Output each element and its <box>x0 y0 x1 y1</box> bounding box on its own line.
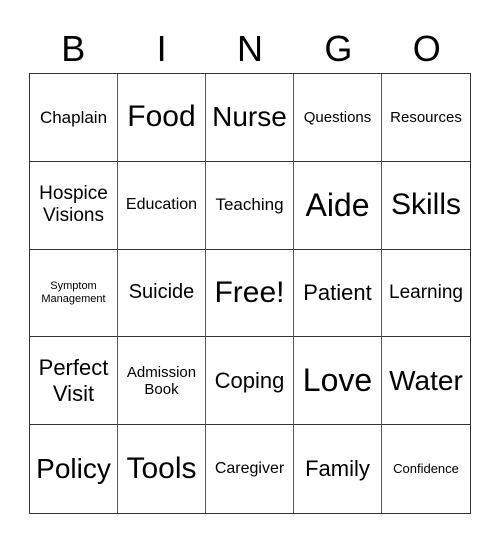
bingo-cell[interactable]: Teaching <box>206 161 294 250</box>
bingo-cell[interactable]: Coping <box>206 337 294 426</box>
header-letter-b: B <box>61 28 86 69</box>
bingo-cell[interactable]: Resources <box>382 74 470 162</box>
bingo-cell[interactable]: Nurse <box>206 74 294 162</box>
bingo-cell[interactable]: Hospice Visions <box>30 161 118 250</box>
bingo-cell[interactable]: Learning <box>382 250 470 338</box>
free-space-cell[interactable]: Free! <box>206 249 294 338</box>
bingo-cell[interactable]: Caregiver <box>206 425 294 513</box>
header-letter-o: O <box>412 28 441 69</box>
bingo-grid: Chaplain Food Nurse Questions Resources … <box>29 73 471 514</box>
bingo-header: B I N G O <box>29 26 471 72</box>
bingo-cell[interactable]: Education <box>118 161 206 250</box>
bingo-cell[interactable]: Family <box>294 425 382 513</box>
bingo-cell[interactable]: Aide <box>294 161 382 250</box>
header-letter-n: N <box>236 28 263 69</box>
bingo-cell[interactable]: Questions <box>294 74 382 162</box>
bingo-cell[interactable]: Tools <box>118 425 206 513</box>
bingo-cell[interactable]: Admission Book <box>118 337 206 426</box>
bingo-cell[interactable]: Patient <box>294 249 382 338</box>
bingo-cell[interactable]: Symptom Management <box>30 249 118 338</box>
header-letter-g: G <box>324 28 353 69</box>
bingo-cell[interactable]: Chaplain <box>30 74 118 162</box>
bingo-cell[interactable]: Food <box>118 74 206 162</box>
header-letter-i: I <box>156 28 167 69</box>
bingo-cell[interactable]: Skills <box>382 162 470 250</box>
bingo-cell[interactable]: Water <box>382 337 470 426</box>
bingo-cell[interactable]: Confidence <box>382 425 470 513</box>
bingo-cell[interactable]: Love <box>294 337 382 426</box>
bingo-cell[interactable]: Perfect Visit <box>30 337 118 426</box>
bingo-cell[interactable]: Policy <box>30 425 118 513</box>
bingo-cell[interactable]: Suicide <box>118 249 206 338</box>
